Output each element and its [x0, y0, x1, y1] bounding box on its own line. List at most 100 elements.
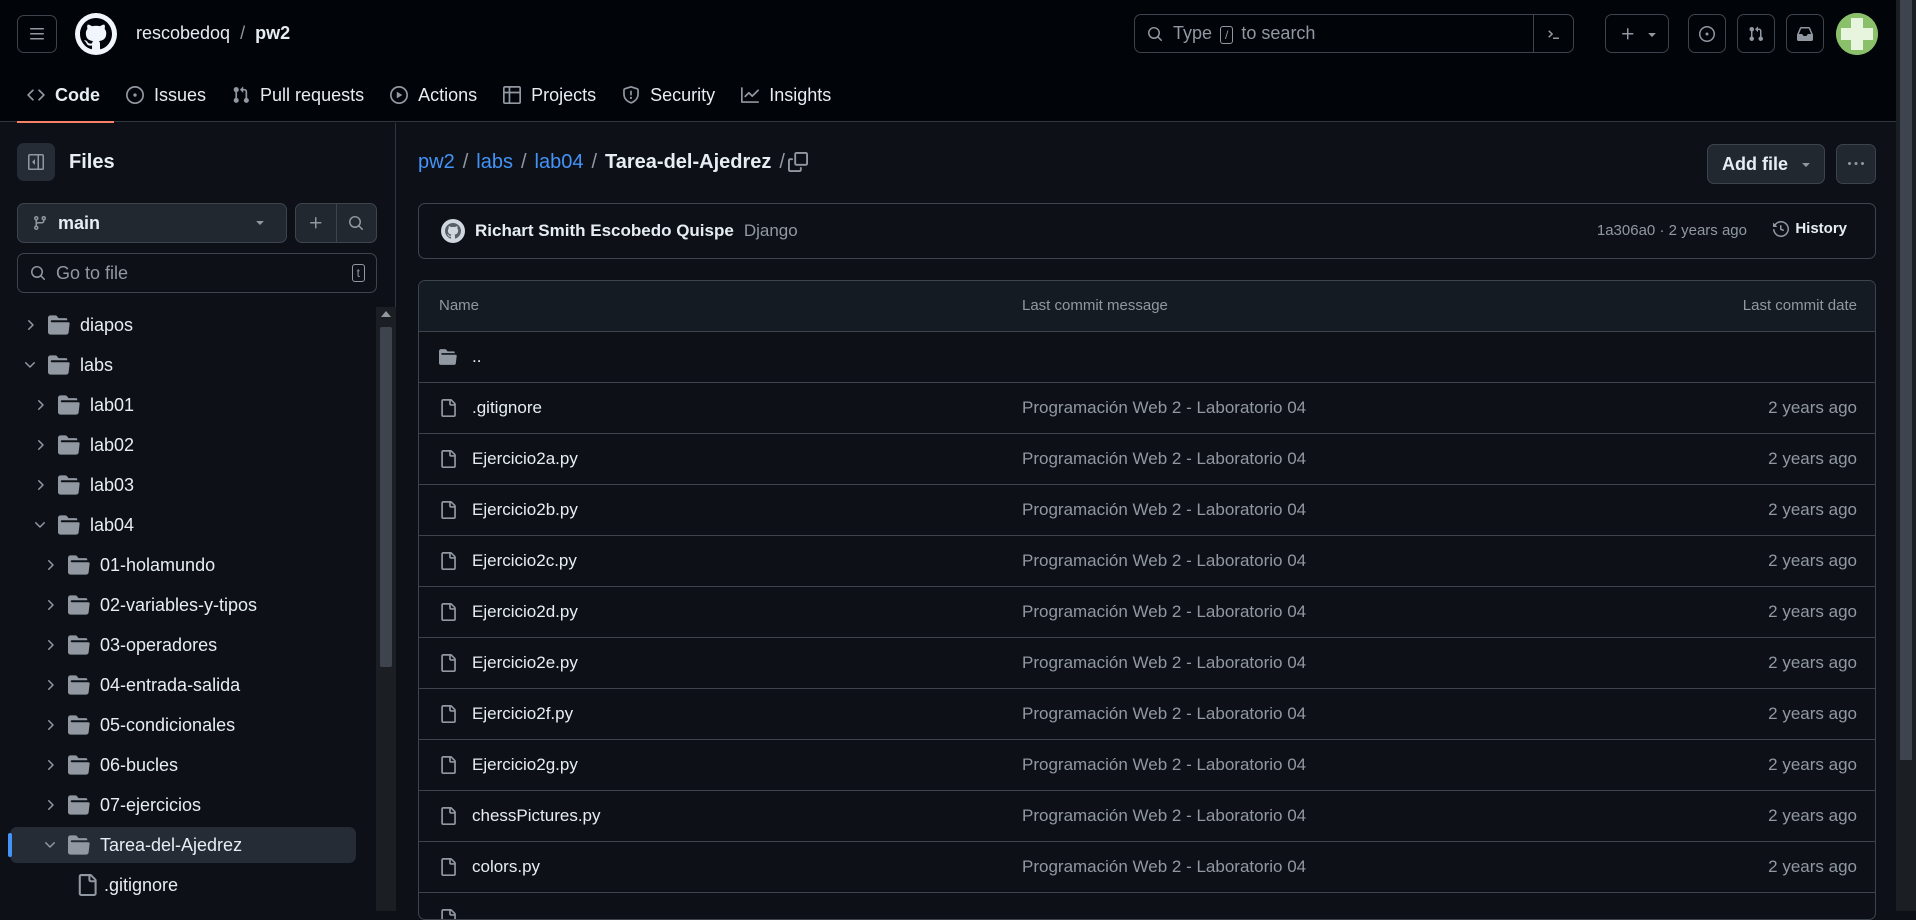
table-row: .gitignore Programación Web 2 - Laborato… [419, 383, 1875, 434]
tree-item-label: 06-bucles [100, 754, 179, 775]
file-name-link[interactable]: Ejercicio2b.py [472, 500, 578, 520]
breadcrumb-link-labs[interactable]: labs [476, 151, 513, 174]
tree-item-02-variables-y-tipos[interactable]: 02-variables-y-tipos [0, 587, 356, 623]
tree-item-lab01[interactable]: lab01 [0, 387, 356, 423]
folder-icon [68, 634, 90, 656]
pull-requests-button[interactable] [1737, 14, 1775, 53]
copy-path-icon[interactable] [788, 152, 808, 172]
file-name-link[interactable]: .gitignore [472, 398, 542, 418]
tab-insights[interactable]: Insights [731, 68, 845, 122]
file-name-link[interactable]: Ejercicio2e.py [472, 653, 578, 673]
tree-item-label: lab02 [90, 434, 135, 455]
tree-item-05-condicionales[interactable]: 05-condicionales [0, 707, 356, 743]
search-icon [1147, 26, 1163, 42]
add-file-button[interactable]: Add file [1707, 144, 1825, 184]
chevron-right-icon [42, 757, 58, 773]
page-scrollbar-thumb[interactable] [1900, 0, 1912, 760]
commit-author-link[interactable]: Richart Smith Escobedo Quispe [475, 221, 734, 241]
collapse-sidebar-button[interactable] [17, 143, 55, 181]
go-to-file-input[interactable]: Go to file t [17, 253, 377, 293]
tab-code[interactable]: Code [17, 68, 114, 123]
folder-open-icon [68, 834, 90, 856]
file-name-link[interactable]: Ejercicio2a.py [472, 449, 578, 469]
tab-security[interactable]: Security [612, 68, 729, 122]
tree-item-lab02[interactable]: lab02 [0, 427, 356, 463]
table-row: Ejercicio2d.py Programación Web 2 - Labo… [419, 587, 1875, 638]
add-file-button[interactable] [296, 204, 337, 242]
github-logo-icon[interactable] [75, 13, 117, 55]
commit-message-link[interactable]: Programación Web 2 - Laboratorio 04 [1022, 602, 1306, 622]
caret-down-icon [252, 214, 268, 230]
commit-message-link[interactable]: Programación Web 2 - Laboratorio 04 [1022, 755, 1306, 775]
breadcrumb-separator: / [779, 151, 785, 173]
tab-projects[interactable]: Projects [493, 68, 610, 122]
chevron-down-icon [32, 517, 48, 533]
tree-item-04-entrada-salida[interactable]: 04-entrada-salida [0, 667, 356, 703]
tab-issues[interactable]: Issues [116, 68, 220, 122]
more-options-button[interactable] [1836, 144, 1876, 184]
file-name-link[interactable]: Ejercicio2c.py [472, 551, 577, 571]
tree-item-labs[interactable]: labs [0, 347, 356, 383]
hamburger-icon [29, 26, 45, 42]
search-files-button[interactable] [337, 204, 377, 242]
commit-date: 2 years ago [1768, 551, 1857, 570]
commit-message-link[interactable]: Programación Web 2 - Laboratorio 04 [1022, 704, 1306, 724]
history-button[interactable]: History [1773, 220, 1847, 237]
inbox-button[interactable] [1786, 14, 1824, 53]
tree-item-lab04[interactable]: lab04 [0, 507, 356, 543]
commit-message-link[interactable]: Programación Web 2 - Laboratorio 04 [1022, 806, 1306, 826]
commit-meta[interactable]: 1a306a0 · 2 years ago [1597, 222, 1747, 239]
page-scrollbar[interactable] [1896, 0, 1916, 911]
create-new-button[interactable] [1605, 14, 1669, 53]
breadcrumb-link-pw2[interactable]: pw2 [418, 151, 455, 174]
command-palette-button[interactable] [1533, 15, 1573, 52]
menu-button[interactable] [17, 15, 57, 53]
file-name-link[interactable]: chessPictures.py [472, 806, 601, 826]
table-row-parent-dir[interactable]: .. [419, 332, 1875, 383]
col-header-name: Name [439, 297, 480, 314]
search-input[interactable]: Type / to search [1134, 14, 1574, 53]
scrollbar-thumb[interactable] [380, 327, 392, 667]
breadcrumb-separator: / [462, 151, 469, 173]
tree-item-06-bucles[interactable]: 06-bucles [0, 747, 356, 783]
tree-item-lab03[interactable]: lab03 [0, 467, 356, 503]
sidebar-scrollbar[interactable] [376, 307, 396, 911]
branch-selector[interactable]: main [17, 203, 287, 243]
tab-pull-requests[interactable]: Pull requests [222, 68, 378, 122]
tree-item-diapos[interactable]: diapos [0, 307, 356, 343]
tree-item-gitignore[interactable]: .gitignore [0, 867, 356, 903]
commit-message-link[interactable]: Programación Web 2 - Laboratorio 04 [1022, 551, 1306, 571]
repo-name-link[interactable]: pw2 [255, 23, 290, 44]
commit-message-link[interactable]: Programación Web 2 - Laboratorio 04 [1022, 449, 1306, 469]
terminal-icon [1546, 26, 1562, 42]
commit-message-link[interactable]: Programación Web 2 - Laboratorio 04 [1022, 857, 1306, 877]
tree-item-01-holamundo[interactable]: 01-holamundo [0, 547, 356, 583]
tab-label: Issues [154, 84, 207, 105]
scroll-up-arrow-icon[interactable] [381, 311, 391, 317]
tree-item-03-operadores[interactable]: 03-operadores [0, 627, 356, 663]
parent-dir-link[interactable]: .. [472, 347, 481, 367]
chevron-down-icon [22, 357, 38, 373]
folder-icon [68, 674, 90, 696]
file-tree-sidebar: Files main Go to file t diapos labs lab0… [0, 123, 396, 911]
file-name-link[interactable]: Ejercicio2d.py [472, 602, 578, 622]
commit-message-link[interactable]: Programación Web 2 - Laboratorio 04 [1022, 500, 1306, 520]
breadcrumb-link-lab04[interactable]: lab04 [535, 151, 584, 174]
col-header-commit-message: Last commit message [1022, 297, 1168, 314]
tree-item-tarea-del-ajedrez[interactable]: Tarea-del-Ajedrez [8, 827, 356, 863]
issues-button[interactable] [1688, 14, 1726, 53]
commit-message-link[interactable]: Programación Web 2 - Laboratorio 04 [1022, 653, 1306, 673]
commit-message-link[interactable]: Programación Web 2 - Laboratorio 04 [1022, 398, 1306, 418]
repo-owner-link[interactable]: rescobedoq [136, 23, 230, 44]
user-avatar[interactable] [1836, 13, 1878, 55]
commit-message-link[interactable]: Django [744, 221, 798, 241]
commit-author-avatar[interactable] [441, 219, 465, 243]
file-name-link[interactable]: Ejercicio2g.py [472, 755, 578, 775]
tab-actions[interactable]: Actions [380, 68, 491, 122]
file-icon [76, 874, 98, 896]
tree-item-label: 07-ejercicios [100, 794, 202, 815]
file-name-link[interactable]: colors.py [472, 857, 540, 877]
file-name-link[interactable]: Ejercicio2f.py [472, 704, 573, 724]
chevron-right-icon [42, 797, 58, 813]
tree-item-07-ejercicios[interactable]: 07-ejercicios [0, 787, 356, 823]
